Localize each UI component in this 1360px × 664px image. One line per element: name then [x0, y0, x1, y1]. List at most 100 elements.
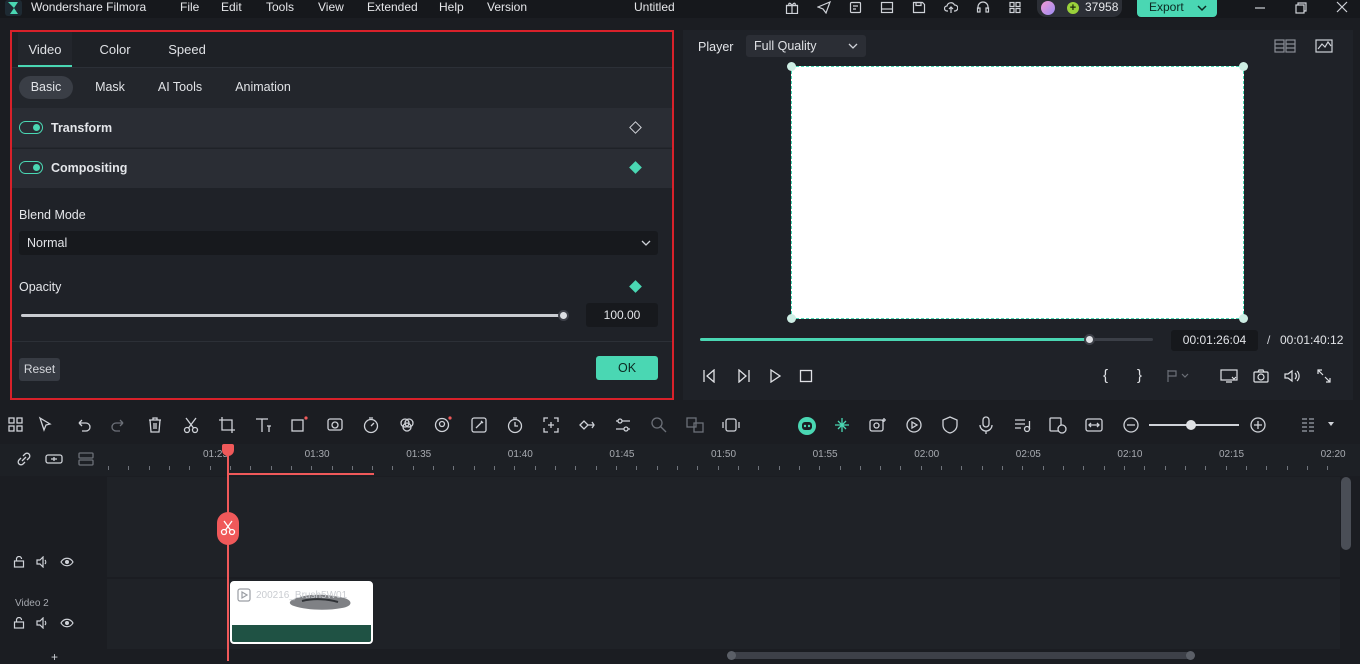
keyframe-diamond-icon[interactable] [629, 161, 642, 174]
chevron-down-icon[interactable] [1197, 4, 1207, 12]
credits-badge[interactable]: + 37958 [1037, 0, 1122, 17]
shield-icon[interactable] [941, 416, 959, 434]
eye-icon[interactable] [60, 618, 74, 628]
keyframe-diamond-icon[interactable] [629, 280, 642, 293]
add-track-icon[interactable] [45, 452, 63, 466]
menu-version[interactable]: Version [487, 0, 527, 14]
duration-icon[interactable] [506, 416, 524, 434]
adjust-icon[interactable] [614, 416, 632, 434]
zoom-slider[interactable] [1149, 420, 1239, 430]
ai-edit-icon[interactable] [470, 416, 488, 434]
ai-portrait-icon[interactable] [434, 416, 452, 434]
video-clip[interactable]: 200216_Brush5W01 [230, 581, 373, 644]
audio-mixer-icon[interactable] [1013, 416, 1031, 434]
menu-extended[interactable]: Extended [367, 0, 418, 14]
tab-color[interactable]: Color [90, 32, 140, 67]
compositing-toggle[interactable] [19, 161, 43, 174]
quality-select[interactable]: Full Quality [746, 35, 866, 57]
split-playhead-button[interactable] [217, 512, 239, 545]
cloud-task-icon[interactable] [849, 1, 863, 14]
stabilize-icon[interactable] [722, 416, 740, 434]
crop-icon[interactable] [218, 416, 236, 434]
lock-icon[interactable] [13, 617, 25, 629]
layout-icon[interactable] [880, 1, 894, 14]
layout-grid-icon[interactable] [7, 416, 25, 434]
chevron-down-icon[interactable] [1326, 420, 1344, 438]
ai-audio-icon[interactable] [650, 416, 668, 434]
playhead-line[interactable] [227, 451, 229, 661]
menu-help[interactable]: Help [439, 0, 464, 14]
auto-highlight-icon[interactable] [905, 416, 923, 434]
resize-handle[interactable] [1239, 314, 1248, 323]
display-settings-icon[interactable] [1220, 369, 1238, 383]
zoom-out-icon[interactable] [1122, 416, 1140, 434]
eye-icon[interactable] [60, 557, 74, 567]
auto-reframe-icon[interactable] [542, 416, 560, 434]
subtab-ai-tools[interactable]: AI Tools [152, 76, 208, 99]
menu-view[interactable]: View [318, 0, 344, 14]
resize-handle[interactable] [1239, 62, 1248, 71]
ai-mate-icon[interactable] [797, 416, 816, 435]
send-icon[interactable] [817, 1, 831, 14]
playback-scrubber[interactable] [700, 334, 1153, 345]
vertical-scrollbar[interactable] [1341, 477, 1351, 550]
reset-button[interactable]: Reset [19, 358, 60, 381]
track-manager-icon[interactable] [78, 452, 94, 466]
menu-file[interactable]: File [180, 0, 199, 14]
replace-clip-icon[interactable] [1049, 416, 1067, 434]
next-frame-icon[interactable] [735, 369, 751, 383]
fit-timeline-icon[interactable] [1085, 416, 1103, 434]
mark-in-icon[interactable]: { [1103, 367, 1108, 384]
minimize-icon[interactable] [1253, 1, 1267, 14]
microphone-icon[interactable] [977, 416, 995, 434]
apps-grid-icon[interactable] [1008, 1, 1022, 14]
speed-icon[interactable] [362, 416, 380, 434]
resize-handle[interactable] [787, 314, 796, 323]
shape-icon[interactable] [290, 416, 308, 434]
color-wheel-icon[interactable] [398, 416, 416, 434]
scopes-icon[interactable] [1315, 39, 1333, 53]
previous-frame-icon[interactable] [702, 369, 718, 383]
menu-edit[interactable]: Edit [221, 0, 242, 14]
keyframe-diamond-icon[interactable] [629, 121, 642, 134]
select-tool-icon[interactable] [37, 416, 55, 434]
stop-icon[interactable] [799, 369, 813, 383]
headset-icon[interactable] [976, 1, 990, 14]
opacity-slider[interactable] [21, 310, 569, 321]
tab-speed[interactable]: Speed [162, 32, 212, 67]
translate-icon[interactable] [686, 416, 704, 434]
restore-icon[interactable] [1294, 1, 1308, 14]
lock-icon[interactable] [13, 556, 25, 568]
play-icon[interactable] [768, 369, 782, 383]
zoom-in-icon[interactable] [1249, 416, 1267, 434]
playback-knob[interactable] [1083, 334, 1095, 345]
scroll-handle[interactable] [727, 651, 736, 660]
close-icon[interactable] [1335, 1, 1349, 14]
volume-icon[interactable] [36, 617, 50, 629]
snapshot-icon[interactable] [1253, 369, 1269, 383]
delete-icon[interactable] [146, 416, 164, 434]
resize-handle[interactable] [787, 62, 796, 71]
menu-tools[interactable]: Tools [266, 0, 294, 14]
snap-icon[interactable] [833, 416, 851, 434]
zoom-slider-knob[interactable] [1186, 420, 1196, 430]
compare-view-icon[interactable] [1274, 39, 1296, 53]
transform-toggle[interactable] [19, 121, 43, 134]
opacity-slider-knob[interactable] [558, 310, 569, 321]
redo-icon[interactable] [110, 416, 128, 434]
video-preview[interactable] [787, 62, 1248, 323]
text-icon[interactable] [254, 416, 272, 434]
subtab-animation[interactable]: Animation [228, 76, 298, 99]
link-icon[interactable] [16, 451, 32, 467]
cloud-upload-icon[interactable] [944, 1, 958, 14]
volume-icon[interactable] [36, 556, 50, 568]
transform-section[interactable]: Transform [12, 108, 672, 148]
split-scissors-icon[interactable] [182, 416, 200, 434]
opacity-input[interactable]: 100.00 [586, 303, 658, 327]
color-match-icon[interactable] [326, 416, 344, 434]
horizontal-scrollbar[interactable] [727, 651, 1195, 660]
marker-icon[interactable] [1166, 369, 1190, 383]
blend-mode-select[interactable]: Normal [19, 231, 658, 255]
mark-out-icon[interactable]: } [1137, 367, 1142, 384]
tab-video[interactable]: Video [18, 32, 72, 67]
